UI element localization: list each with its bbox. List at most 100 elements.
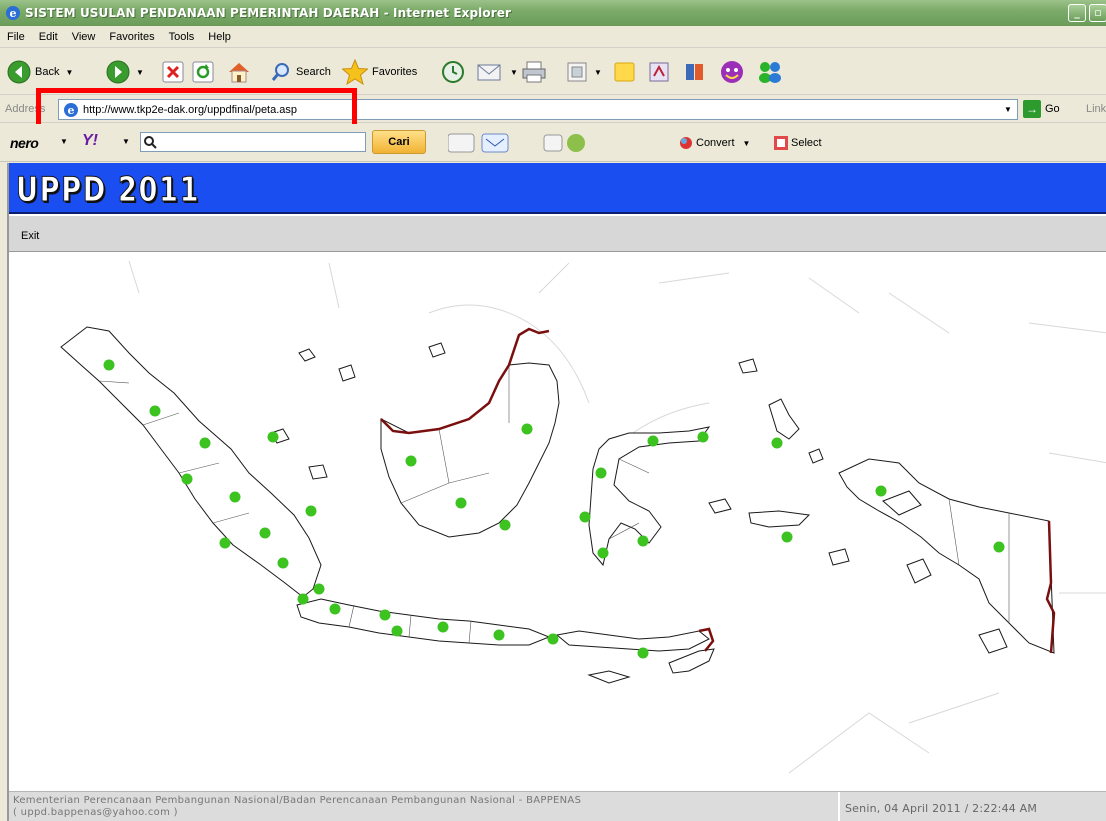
- province-marker[interactable]: [437, 621, 449, 633]
- province-marker[interactable]: [391, 625, 403, 637]
- forward-button[interactable]: ▼: [106, 54, 144, 90]
- province-marker[interactable]: [647, 435, 659, 447]
- menu-edit[interactable]: Edit: [32, 31, 65, 43]
- province-marker[interactable]: [771, 437, 783, 449]
- province-marker[interactable]: [597, 547, 609, 559]
- stop-button[interactable]: [162, 54, 184, 90]
- minimize-button[interactable]: _: [1068, 4, 1086, 22]
- province-marker[interactable]: [379, 609, 391, 621]
- favorites-button[interactable]: Favorites: [342, 54, 417, 90]
- internet-explorer-icon: e: [6, 6, 20, 20]
- yahoo-dropdown-icon[interactable]: ▼: [122, 137, 130, 146]
- browser-window: e SISTEM USULAN PENDANAAN PEMERINTAH DAE…: [0, 0, 1106, 821]
- province-marker[interactable]: [199, 437, 211, 449]
- province-marker[interactable]: [297, 593, 309, 605]
- research-icon: [649, 62, 669, 82]
- search-icon: [144, 136, 157, 149]
- province-marker[interactable]: [637, 647, 649, 659]
- history-button[interactable]: [441, 54, 465, 90]
- menu-help[interactable]: Help: [201, 31, 238, 43]
- nero-logo[interactable]: nero: [10, 135, 39, 151]
- menu-view[interactable]: View: [65, 31, 103, 43]
- province-marker[interactable]: [219, 537, 231, 549]
- notes-button[interactable]: [613, 54, 637, 90]
- refresh-button[interactable]: [192, 54, 214, 90]
- province-marker[interactable]: [103, 359, 115, 371]
- province-marker[interactable]: [229, 491, 241, 503]
- province-marker[interactable]: [521, 423, 533, 435]
- cari-button[interactable]: Cari: [372, 130, 426, 154]
- home-button[interactable]: [226, 54, 252, 90]
- province-marker[interactable]: [595, 467, 607, 479]
- app-footer: Kementerian Perencanaan Pembangunan Nasi…: [9, 791, 1106, 821]
- search-icon: [271, 63, 289, 81]
- province-marker[interactable]: [149, 405, 161, 417]
- yahoo-logo[interactable]: Y!: [82, 132, 98, 150]
- app-title: UPPD 2011: [16, 170, 201, 211]
- back-button[interactable]: Back ▼: [7, 54, 73, 90]
- footer-datetime-panel: Senin, 04 April 2011 / 2:22:44 AM: [838, 792, 1106, 821]
- forward-dropdown-icon[interactable]: ▼: [136, 68, 144, 77]
- exit-menu-item[interactable]: Exit: [21, 230, 39, 242]
- restore-button[interactable]: ▫: [1089, 4, 1106, 22]
- edit-dropdown-icon[interactable]: ▼: [594, 68, 602, 77]
- msn-buddies-icon: [759, 62, 781, 83]
- back-label: Back: [35, 66, 60, 78]
- province-marker[interactable]: [547, 633, 559, 645]
- province-marker[interactable]: [697, 431, 709, 443]
- menu-tools[interactable]: Tools: [162, 31, 202, 43]
- nero-dropdown-icon[interactable]: ▼: [60, 137, 68, 146]
- refresh-icon: [192, 61, 214, 83]
- province-marker[interactable]: [781, 531, 793, 543]
- map-svg: [60, 260, 1106, 774]
- island-halmahera: [768, 398, 800, 440]
- province-marker[interactable]: [637, 535, 649, 547]
- app-menu-bar: Exit: [9, 216, 1106, 252]
- province-marker[interactable]: [305, 505, 317, 517]
- media-icon: [686, 64, 703, 80]
- media-button[interactable]: [683, 54, 709, 90]
- mail-dropdown-icon[interactable]: ▼: [510, 68, 518, 77]
- go-button[interactable]: → Go: [1023, 100, 1060, 118]
- menu-bar: File Edit View Favorites Tools Help: [0, 26, 1106, 48]
- province-marker[interactable]: [499, 519, 511, 531]
- province-marker[interactable]: [181, 473, 193, 485]
- province-marker[interactable]: [493, 629, 505, 641]
- back-dropdown-icon[interactable]: ▼: [65, 68, 73, 77]
- toolbar-buttons-icons[interactable]: [448, 132, 588, 154]
- province-marker[interactable]: [405, 455, 417, 467]
- menu-file[interactable]: File: [0, 31, 32, 43]
- province-marker[interactable]: [993, 541, 1005, 553]
- province-marker[interactable]: [259, 527, 271, 539]
- toolbar-search-input[interactable]: [140, 132, 366, 152]
- messenger-button[interactable]: [719, 54, 745, 90]
- links-label[interactable]: Links: [1086, 103, 1106, 115]
- research-button[interactable]: [647, 54, 673, 90]
- convert-dropdown-icon[interactable]: ▼: [743, 139, 751, 148]
- menu-favorites[interactable]: Favorites: [102, 31, 161, 43]
- msn-button[interactable]: [756, 54, 784, 90]
- window-title: SISTEM USULAN PENDANAAN PEMERINTAH DAERA…: [25, 6, 512, 20]
- select-button[interactable]: Select: [773, 135, 822, 151]
- mail-button[interactable]: ▼: [476, 54, 518, 90]
- footer-email-text[interactable]: ( uppd.bappenas@yahoo.com ): [13, 807, 581, 819]
- select-icon: [774, 136, 788, 150]
- search-button[interactable]: Search: [270, 54, 331, 90]
- island-nusa-tenggara: [555, 630, 710, 652]
- smiley-icon: [721, 61, 743, 83]
- province-marker[interactable]: [277, 557, 289, 569]
- province-marker[interactable]: [313, 583, 325, 595]
- address-dropdown-icon[interactable]: ▼: [1001, 102, 1015, 117]
- province-marker[interactable]: [875, 485, 887, 497]
- province-marker[interactable]: [579, 511, 591, 523]
- island-seram: [748, 510, 811, 528]
- edit-button[interactable]: ▼: [566, 54, 602, 90]
- print-button[interactable]: [521, 54, 547, 90]
- convert-button[interactable]: Convert ▼: [678, 135, 750, 151]
- history-icon: [442, 61, 464, 83]
- province-marker[interactable]: [455, 497, 467, 509]
- province-marker[interactable]: [267, 431, 279, 443]
- title-bar[interactable]: e SISTEM USULAN PENDANAAN PEMERINTAH DAE…: [0, 0, 1106, 26]
- island-sulawesi: [588, 426, 711, 567]
- province-marker[interactable]: [329, 603, 341, 615]
